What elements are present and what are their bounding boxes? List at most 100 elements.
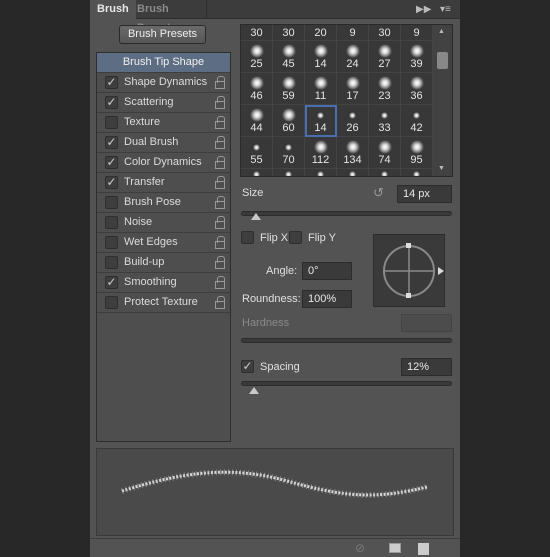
angle-input[interactable]: 0° (302, 262, 352, 280)
brush-preset[interactable]: 39 (401, 41, 433, 73)
lock-icon[interactable] (215, 296, 225, 309)
brush-preset[interactable]: 42 (401, 105, 433, 137)
size-input[interactable]: 14 px (397, 185, 452, 203)
brush-presets-button[interactable]: Brush Presets (119, 25, 206, 44)
brush-preset[interactable]: 25 (241, 41, 273, 73)
setting-item[interactable]: ✓ Smoothing (97, 273, 230, 293)
brush-preset[interactable]: 30 (273, 25, 305, 41)
brush-tip-icon (285, 144, 292, 151)
scroll-up-icon[interactable]: ▲ (438, 28, 445, 35)
setting-checkbox[interactable]: ✓ (105, 176, 118, 189)
toggle-live-tip-icon[interactable]: ⊘ (355, 541, 365, 555)
roundness-input[interactable]: 100% (302, 290, 352, 308)
setting-item[interactable]: Build-up (97, 253, 230, 273)
brush-grid-icon[interactable] (389, 543, 401, 553)
lock-icon[interactable] (215, 236, 225, 249)
setting-checkbox[interactable] (105, 256, 118, 269)
flip-x-checkbox[interactable] (241, 231, 254, 244)
setting-checkbox[interactable]: ✓ (105, 96, 118, 109)
brush-preset[interactable]: 20 (305, 25, 337, 41)
flip-y-checkbox[interactable] (289, 231, 302, 244)
brush-preset[interactable] (273, 169, 305, 176)
angle-roundness-widget[interactable] (373, 234, 445, 307)
lock-icon[interactable] (215, 156, 225, 169)
setting-checkbox[interactable]: ✓ (105, 76, 118, 89)
brush-preset[interactable]: 46 (241, 73, 273, 105)
brush-preset[interactable]: 134 (337, 137, 369, 169)
lock-icon[interactable] (215, 76, 225, 89)
lock-icon[interactable] (215, 216, 225, 229)
setting-item[interactable]: ✓ Dual Brush (97, 133, 230, 153)
brush-preset[interactable]: 9 (337, 25, 369, 41)
lock-icon[interactable] (215, 276, 225, 289)
setting-item[interactable]: ✓ Color Dynamics (97, 153, 230, 173)
setting-checkbox[interactable] (105, 236, 118, 249)
lock-icon[interactable] (215, 116, 225, 129)
brush-preset[interactable]: 9 (401, 25, 433, 41)
brush-preset[interactable] (241, 169, 273, 176)
spacing-input[interactable]: 12% (401, 358, 452, 376)
brush-preset[interactable]: 55 (241, 137, 273, 169)
setting-checkbox[interactable] (105, 196, 118, 209)
brush-preset[interactable]: 36 (401, 73, 433, 105)
brush-preset[interactable]: 45 (273, 41, 305, 73)
brush-preset[interactable]: 112 (305, 137, 337, 169)
spacing-slider[interactable] (241, 381, 452, 386)
brush-preset[interactable]: 11 (305, 73, 337, 105)
brush-preset[interactable]: 17 (337, 73, 369, 105)
brush-preset[interactable]: 30 (369, 25, 401, 41)
brush-preset[interactable]: 44 (241, 105, 273, 137)
scroll-down-icon[interactable]: ▼ (438, 165, 445, 172)
lock-icon[interactable] (215, 96, 225, 109)
brush-preset[interactable]: 60 (273, 105, 305, 137)
brush-preset[interactable]: 74 (369, 137, 401, 169)
brush-preset[interactable]: 24 (337, 41, 369, 73)
brush-preset[interactable]: 27 (369, 41, 401, 73)
panel-menu-icon[interactable]: ▾≡ (440, 4, 451, 15)
setting-checkbox[interactable]: ✓ (105, 136, 118, 149)
grid-scrollbar[interactable]: ▲ ▼ (433, 25, 452, 176)
brush-preset[interactable] (369, 169, 401, 176)
size-slider[interactable] (241, 211, 452, 216)
new-brush-icon[interactable] (418, 543, 429, 555)
setting-item[interactable]: Protect Texture (97, 293, 230, 313)
size-slider-handle[interactable] (250, 213, 261, 220)
setting-checkbox[interactable]: ✓ (105, 276, 118, 289)
scroll-thumb[interactable] (437, 52, 448, 69)
brush-preset[interactable]: 30 (241, 25, 273, 41)
spacing-checkbox[interactable]: ✓ (241, 360, 254, 373)
setting-item[interactable]: ✓ Transfer (97, 173, 230, 193)
setting-item[interactable]: ✓ Scattering (97, 93, 230, 113)
collapse-icon[interactable]: ▶▶ (416, 4, 431, 15)
setting-checkbox[interactable]: ✓ (105, 156, 118, 169)
brush-preset[interactable] (401, 169, 433, 176)
lock-icon[interactable] (215, 176, 225, 189)
brush-preset[interactable]: 70 (273, 137, 305, 169)
tab-brush-presets[interactable]: Brush Presets (130, 0, 207, 34)
setting-item[interactable]: Wet Edges (97, 233, 230, 253)
setting-item[interactable]: Texture (97, 113, 230, 133)
brush-preset[interactable] (305, 169, 337, 176)
brush-size-label: 9 (413, 27, 420, 39)
brush-preset[interactable]: 14 (305, 105, 337, 137)
brush-preset[interactable]: 23 (369, 73, 401, 105)
lock-icon[interactable] (215, 136, 225, 149)
brush-preset[interactable] (337, 169, 369, 176)
brush-preset[interactable]: 59 (273, 73, 305, 105)
setting-item[interactable]: ✓ Shape Dynamics (97, 73, 230, 93)
tab-brush[interactable]: Brush (90, 0, 136, 19)
setting-checkbox[interactable] (105, 116, 118, 129)
setting-item[interactable]: Noise (97, 213, 230, 233)
lock-icon[interactable] (215, 196, 225, 209)
spacing-slider-handle[interactable] (248, 387, 259, 394)
reset-size-icon[interactable]: ↺ (373, 185, 384, 201)
brush-preset[interactable]: 33 (369, 105, 401, 137)
setting-item[interactable]: Brush Tip Shape (97, 53, 230, 73)
brush-preset[interactable]: 14 (305, 41, 337, 73)
brush-preset[interactable]: 26 (337, 105, 369, 137)
brush-preset[interactable]: 95 (401, 137, 433, 169)
setting-checkbox[interactable] (105, 296, 118, 309)
setting-checkbox[interactable] (105, 216, 118, 229)
setting-item[interactable]: Brush Pose (97, 193, 230, 213)
lock-icon[interactable] (215, 256, 225, 269)
